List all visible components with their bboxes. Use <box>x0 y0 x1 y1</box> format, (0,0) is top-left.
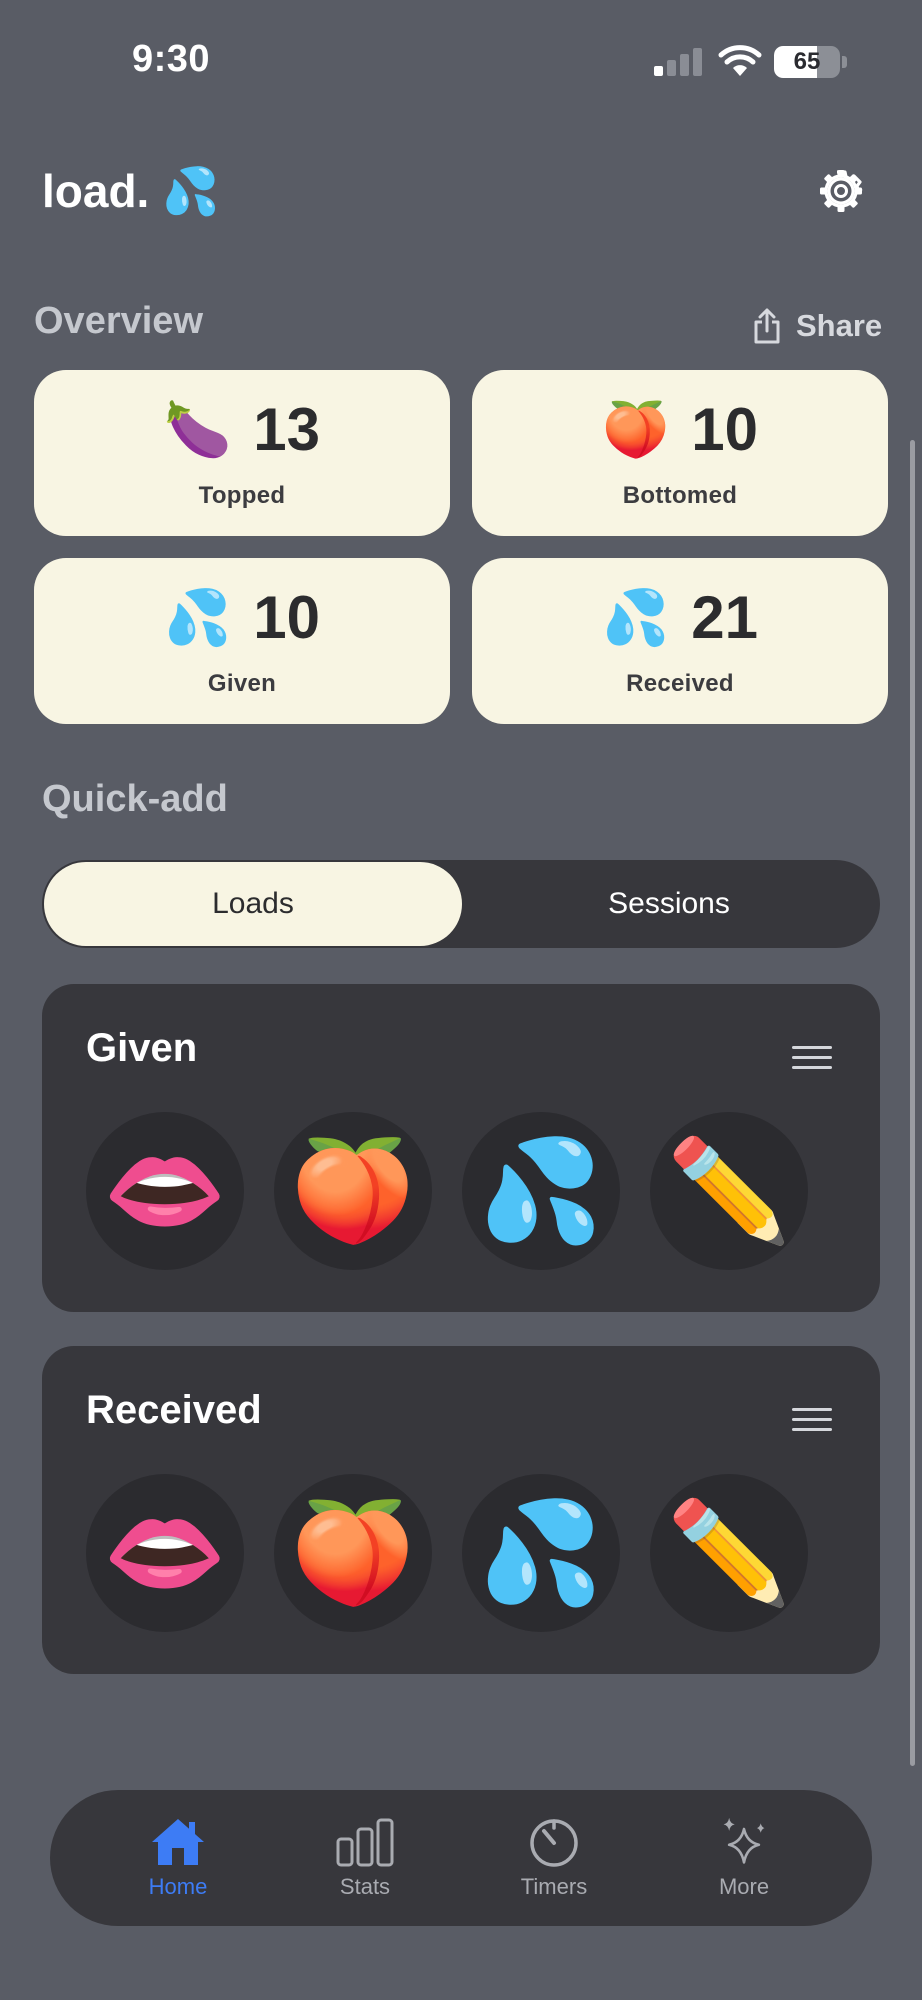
overview-title: Overview <box>34 300 203 342</box>
segment-loads[interactable]: Loads <box>44 862 462 946</box>
tab-label: Stats <box>339 1874 391 1899</box>
segmented-control: Loads Sessions <box>42 860 880 948</box>
card-value: 10 <box>691 396 758 463</box>
tab-home[interactable]: Home <box>103 1816 253 1906</box>
peach-button[interactable]: 🍑 <box>274 1474 432 1632</box>
house-icon <box>152 1819 204 1865</box>
timer-icon <box>530 1819 578 1867</box>
peach-icon: 🍑 <box>602 400 670 460</box>
share-button[interactable]: Share <box>752 304 882 348</box>
eggplant-icon: 🍆 <box>164 400 232 460</box>
overview-card-received: 💦 21 Received <box>472 558 888 724</box>
tab-timers[interactable]: Timers <box>479 1816 629 1906</box>
panel-title: Given <box>86 1026 198 1070</box>
lips-button[interactable]: 👄 <box>86 1474 244 1632</box>
card-label: Topped <box>198 482 286 509</box>
battery-cap <box>842 56 847 68</box>
wifi-icon <box>718 45 762 76</box>
card-label: Received <box>626 670 734 697</box>
tab-stats[interactable]: Stats <box>290 1816 440 1906</box>
card-label: Given <box>207 670 277 697</box>
gear-icon[interactable] <box>816 166 866 216</box>
app-title: load. 💦 <box>42 165 220 217</box>
overview-card-topped: 🍆 13 Topped <box>34 370 450 536</box>
quick-add-title: Quick-add <box>42 778 228 820</box>
overview-card-bottomed: 🍑 10 Bottomed <box>472 370 888 536</box>
battery-percentage: 65 <box>793 48 821 75</box>
pencil-button[interactable]: ✏️ <box>650 1474 808 1632</box>
card-label: Bottomed <box>622 482 738 509</box>
tab-bar: Home Stats Timers More <box>50 1790 872 1926</box>
scrollbar[interactable] <box>910 440 915 1766</box>
received-panel: Received 👄 🍑 💦 ✏️ <box>42 1346 880 1674</box>
cellular-signal-icon <box>654 48 704 76</box>
droplets-button[interactable]: 💦 <box>462 1112 620 1270</box>
battery-icon: 65 <box>774 46 840 78</box>
card-value: 13 <box>253 396 320 463</box>
card-value: 21 <box>691 584 758 651</box>
reorder-icon[interactable] <box>792 1408 832 1432</box>
share-icon <box>754 308 780 344</box>
droplets-button[interactable]: 💦 <box>462 1474 620 1632</box>
reorder-icon[interactable] <box>792 1046 832 1070</box>
status-bar: 9:30 65 <box>0 0 922 120</box>
panel-title: Received <box>86 1388 262 1432</box>
card-value: 10 <box>253 584 320 651</box>
share-label: Share <box>796 308 883 343</box>
tab-more[interactable]: More <box>669 1816 819 1906</box>
tab-label: More <box>718 1874 770 1899</box>
tab-label: Timers <box>520 1874 588 1899</box>
bar-chart-icon <box>336 1818 394 1867</box>
segment-sessions[interactable]: Sessions <box>460 862 878 946</box>
overview-card-given: 💦 10 Given <box>34 558 450 724</box>
lips-button[interactable]: 👄 <box>86 1112 244 1270</box>
sweat-droplets-icon: 💦 <box>602 588 670 648</box>
status-time: 9:30 <box>132 38 211 80</box>
given-panel: Given 👄 🍑 💦 ✏️ <box>42 984 880 1312</box>
sparkles-icon <box>723 1817 765 1864</box>
peach-button[interactable]: 🍑 <box>274 1112 432 1270</box>
sweat-droplets-icon: 💦 <box>164 588 232 648</box>
tab-label: Home <box>148 1874 208 1899</box>
pencil-button[interactable]: ✏️ <box>650 1112 808 1270</box>
